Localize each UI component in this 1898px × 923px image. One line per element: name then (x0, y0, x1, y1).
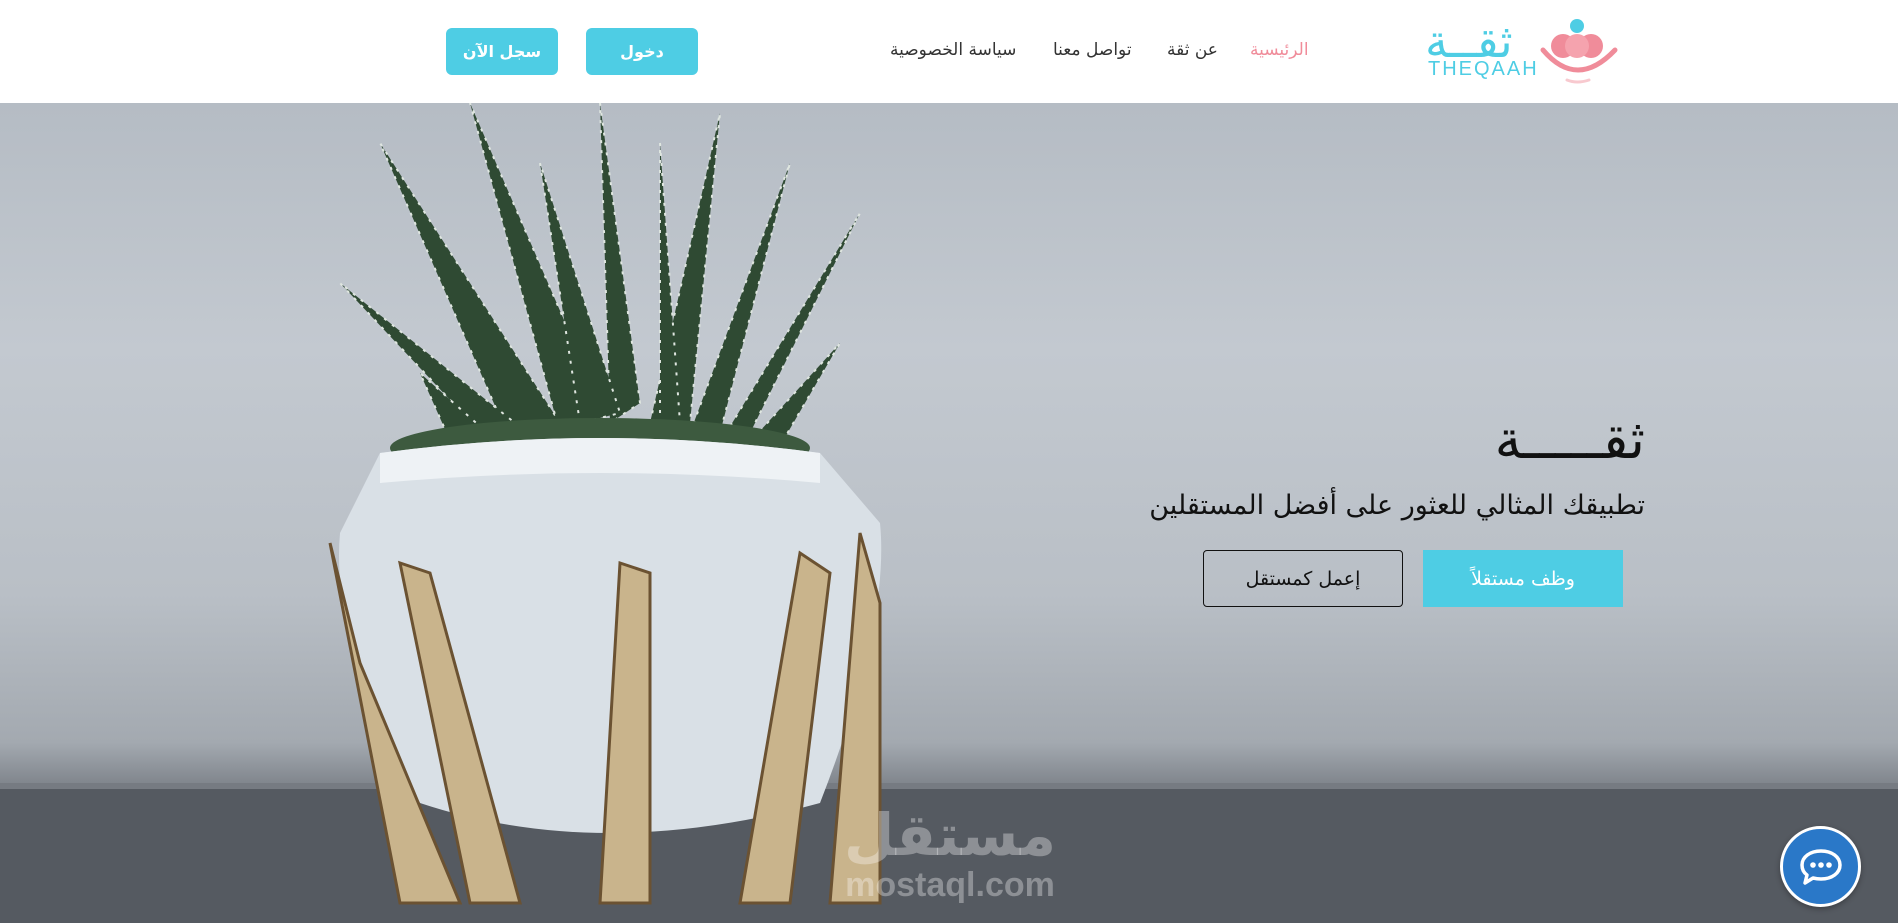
logo-text-en: THEQAAH (1428, 58, 1539, 80)
watermark-text-ar: مستقل (843, 801, 1057, 869)
watermark-text-en: mostaql.com (845, 866, 1055, 904)
logo[interactable]: ثقــة THEQAAH (1425, 14, 1620, 86)
site-header: ثقــة THEQAAH الرئيسية عن ثقة تواصل معنا… (0, 0, 1898, 103)
nav-privacy[interactable]: سياسة الخصوصية (890, 40, 1016, 60)
chat-bubble-icon (1799, 848, 1842, 885)
hire-freelancer-button[interactable]: وظف مستقلاً (1423, 550, 1623, 607)
chat-button[interactable] (1780, 826, 1861, 907)
hero-subtitle: تطبيقك المثالي للعثور على أفضل المستقلين (1149, 490, 1645, 521)
nav-contact[interactable]: تواصل معنا (1053, 40, 1132, 60)
login-button[interactable]: دخول (586, 28, 698, 75)
mostaql-watermark: مستقل mostaql.com (830, 803, 1070, 903)
logo-face-icon (1540, 19, 1618, 84)
register-button[interactable]: سجل الآن (446, 28, 558, 75)
nav-about[interactable]: عن ثقة (1167, 40, 1218, 60)
hero-title: ثقـــــة (1494, 408, 1645, 471)
nav-home[interactable]: الرئيسية (1250, 40, 1309, 60)
hero-section: ثقـــــة تطبيقك المثالي للعثور على أفضل … (0, 103, 1898, 923)
work-as-freelancer-button[interactable]: إعمل كمستقل (1203, 550, 1403, 607)
